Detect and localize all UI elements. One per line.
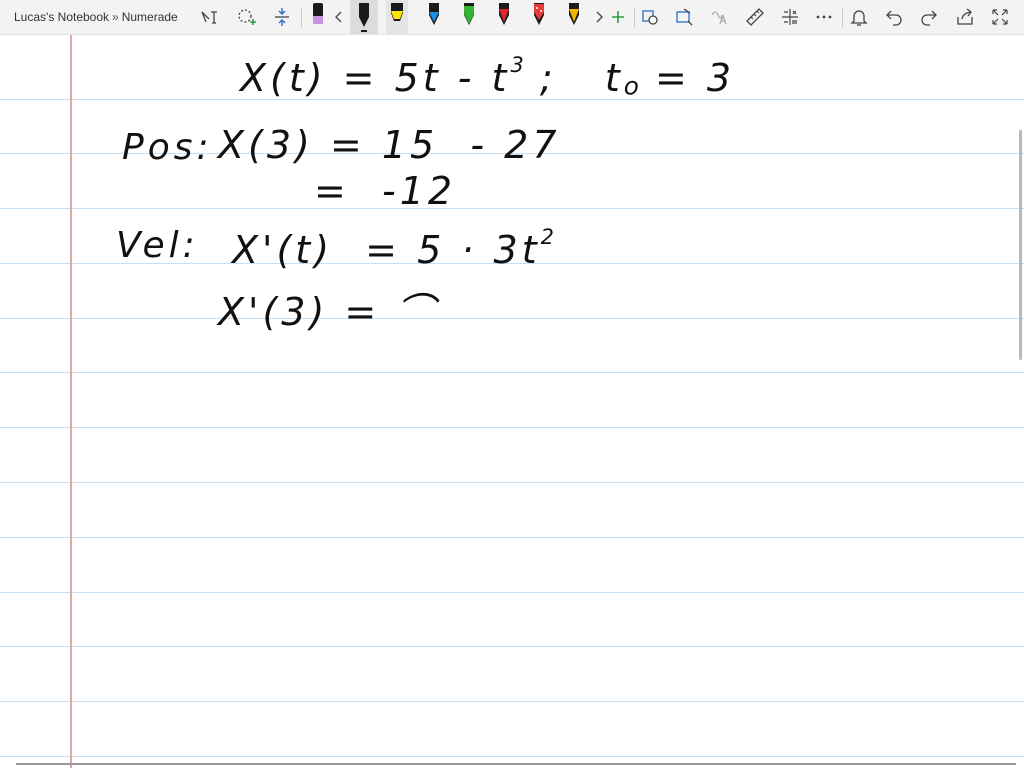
rule-line	[0, 318, 1024, 319]
rule-line	[0, 756, 1024, 757]
pen-blue[interactable]	[423, 0, 445, 34]
ink-vel-line2[interactable]: X'(3) = ⌒	[218, 281, 438, 336]
shapes-icon[interactable]	[638, 5, 662, 29]
ink-pos-label[interactable]: Pos:	[122, 127, 213, 168]
bottom-border	[16, 763, 1016, 765]
ink-pos-line2[interactable]: = -12	[314, 169, 456, 213]
pen-black[interactable]	[350, 0, 378, 34]
eraser-icon[interactable]	[307, 0, 329, 34]
page-margin-line	[70, 35, 72, 768]
more-icon[interactable]	[812, 5, 836, 29]
rule-line	[0, 208, 1024, 209]
vertical-scrollbar[interactable]	[1019, 130, 1022, 360]
pen-gold[interactable]	[563, 0, 585, 34]
ink-vel-label[interactable]: Vel:	[116, 225, 199, 266]
notification-icon[interactable]	[847, 5, 871, 29]
rule-line	[0, 592, 1024, 593]
rule-line	[0, 537, 1024, 538]
ink-toolbar: Lucas's Notebook» Numerade	[0, 0, 1024, 35]
rule-line	[0, 482, 1024, 483]
lasso-select-icon[interactable]	[234, 5, 258, 29]
redo-icon[interactable]	[917, 5, 941, 29]
rule-line	[0, 427, 1024, 428]
notebook-page[interactable]: X(t) = 5t - t3 ; to = 3 Pos: X(3) = 15 -…	[0, 35, 1024, 768]
ink-pos-line1[interactable]: X(3) = 15 - 27	[218, 123, 561, 167]
toolbar-divider	[301, 7, 302, 27]
toolbar-divider	[634, 7, 635, 27]
ruler-icon[interactable]	[743, 5, 767, 29]
notebook-name[interactable]: Lucas's Notebook	[14, 10, 109, 24]
rule-line	[0, 701, 1024, 702]
fullscreen-icon[interactable]	[988, 5, 1012, 29]
text-tool-icon[interactable]	[198, 5, 222, 29]
share-icon[interactable]	[953, 5, 977, 29]
ink-to-shape-icon[interactable]	[672, 5, 696, 29]
breadcrumb-separator: »	[112, 10, 119, 24]
section-name[interactable]: Numerade	[122, 10, 178, 24]
rule-line	[0, 372, 1024, 373]
scroll-right-icon[interactable]	[592, 5, 606, 29]
pen-green[interactable]	[458, 0, 480, 34]
add-pen-icon[interactable]	[606, 5, 630, 29]
breadcrumb: Lucas's Notebook» Numerade	[14, 0, 178, 34]
ink-to-text-icon[interactable]	[708, 5, 732, 29]
pen-red[interactable]	[493, 0, 515, 34]
pen-red-galaxy[interactable]	[528, 0, 550, 34]
rule-line	[0, 646, 1024, 647]
ink-vel-line1[interactable]: X'(t) = 5 · 3t2	[232, 225, 554, 272]
undo-icon[interactable]	[882, 5, 906, 29]
add-space-icon[interactable]	[270, 5, 294, 29]
scroll-left-icon[interactable]	[332, 5, 346, 29]
ink-equation-line1[interactable]: X(t) = 5t - t3 ; to = 3	[240, 53, 735, 101]
toolbar-divider	[842, 7, 843, 27]
math-icon[interactable]	[778, 5, 802, 29]
highlighter-yellow[interactable]	[386, 0, 408, 34]
